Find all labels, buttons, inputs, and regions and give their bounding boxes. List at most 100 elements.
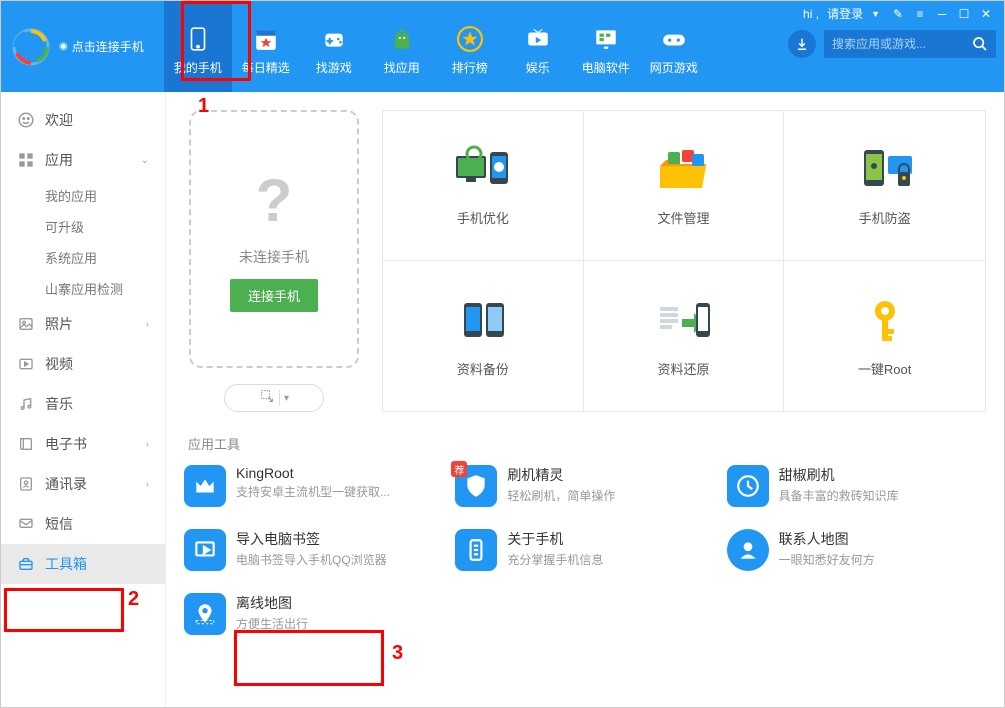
card-file-manager[interactable]: 文件管理 — [584, 111, 785, 261]
tool-import-bookmarks[interactable]: 导入电脑书签电脑书签导入手机QQ浏览器 — [184, 529, 443, 571]
screenshot-icon — [259, 388, 275, 409]
minimize-button[interactable]: ─ — [932, 6, 952, 22]
topnav-entertainment[interactable]: 娱乐 — [504, 1, 572, 92]
tools-grid: KingRoot支持安卓主流机型一键获取... 荐 刷机精灵轻松刷机，简单操作 … — [184, 465, 986, 635]
tool-offline-map[interactable]: 离线地图方便生活出行 — [184, 593, 443, 635]
phoneinfo-icon — [455, 529, 497, 571]
connect-phone-button[interactable]: 连接手机 — [230, 279, 318, 312]
contactmap-icon — [727, 529, 769, 571]
sidebar-item-video[interactable]: 视频 — [1, 344, 165, 384]
image-icon — [17, 315, 35, 333]
sidebar-item-apps[interactable]: 应用 ⌄ — [1, 140, 165, 180]
recommend-badge: 荐 — [451, 461, 467, 477]
antitheft-icon — [850, 144, 920, 198]
desktop-icon — [592, 25, 620, 53]
chevron-right-icon: › — [146, 439, 149, 450]
login-row: hi , 请登录 ▼ ✎ ≡ ─ ☐ ✕ — [803, 5, 996, 22]
smile-icon — [17, 111, 35, 129]
download-button[interactable] — [788, 30, 816, 58]
maximize-button[interactable]: ☐ — [954, 6, 974, 22]
sidebar-item-welcome[interactable]: 欢迎 — [1, 100, 165, 140]
bookmark-icon — [184, 529, 226, 571]
toolbox-icon — [17, 555, 35, 573]
root-icon — [850, 295, 920, 349]
pepper-icon — [727, 465, 769, 507]
tool-flash-genius[interactable]: 荐 刷机精灵轻松刷机，简单操作 — [455, 465, 714, 507]
phone-icon — [184, 25, 212, 53]
connect-phone-hint[interactable]: ◉ 点击连接手机 — [59, 38, 144, 55]
app-logo — [11, 27, 51, 67]
topnav-games[interactable]: 找游戏 — [300, 1, 368, 92]
book-icon — [17, 435, 35, 453]
backup-icon — [448, 295, 518, 349]
sidebar-item-toolbox[interactable]: 工具箱 — [1, 544, 165, 584]
play-icon — [17, 355, 35, 373]
sidebar-sub-fakedetect[interactable]: 山寨应用检测 — [1, 273, 165, 304]
chevron-right-icon: › — [146, 319, 149, 330]
sidebar-sub-systemapps[interactable]: 系统应用 — [1, 242, 165, 273]
header-right: hi , 请登录 ▼ ✎ ≡ ─ ☐ ✕ — [788, 5, 996, 58]
sidebar-item-contacts[interactable]: 通讯录 › — [1, 464, 165, 504]
contacts-icon — [17, 475, 35, 493]
sms-icon — [17, 515, 35, 533]
phone-placeholder: ? 未连接手机 连接手机 — [189, 110, 359, 368]
feedback-button[interactable]: ✎ — [888, 6, 908, 22]
topnav-rankings[interactable]: 排行榜 — [436, 1, 504, 92]
top-row: ? 未连接手机 连接手机 ▾ 手机优化 文件管理 — [184, 110, 986, 412]
connect-dot-icon: ◉ — [59, 41, 68, 52]
topnav-daily[interactable]: 每日精选 — [232, 1, 300, 92]
joystick-icon — [660, 25, 688, 53]
tool-tianjiao[interactable]: 甜椒刷机具备丰富的救砖知识库 — [727, 465, 986, 507]
card-backup[interactable]: 资料备份 — [383, 261, 584, 411]
no-connection-label: 未连接手机 — [239, 247, 309, 267]
optimize-icon — [448, 144, 518, 198]
phone-panel: ? 未连接手机 连接手机 ▾ — [184, 110, 364, 412]
menu-button[interactable]: ≡ — [910, 6, 930, 22]
sidebar-item-music[interactable]: 音乐 — [1, 384, 165, 424]
sidebar-item-sms[interactable]: 短信 — [1, 504, 165, 544]
card-phone-optimize[interactable]: 手机优化 — [383, 111, 584, 261]
search-box — [824, 30, 996, 58]
tool-kingroot[interactable]: KingRoot支持安卓主流机型一键获取... — [184, 465, 443, 507]
close-button[interactable]: ✕ — [976, 6, 996, 22]
bag-icon — [388, 25, 416, 53]
card-root[interactable]: 一键Root — [784, 261, 985, 411]
star-icon — [456, 25, 484, 53]
sidebar-sub-upgradable[interactable]: 可升级 — [1, 211, 165, 242]
top-nav: 我的手机 每日精选 找游戏 找应用 排行榜 娱乐 电脑软件 网页游戏 — [164, 1, 708, 92]
feature-cards: 手机优化 文件管理 手机防盗 资料备份 资料还原 — [382, 110, 986, 412]
topnav-my-phone[interactable]: 我的手机 — [164, 1, 232, 92]
search-input[interactable] — [824, 31, 964, 57]
topnav-pc-software[interactable]: 电脑软件 — [572, 1, 640, 92]
tools-title: 应用工具 — [188, 434, 986, 453]
tools-section: 应用工具 KingRoot支持安卓主流机型一键获取... 荐 刷机精灵轻松刷机，… — [184, 430, 986, 635]
sidebar-item-ebook[interactable]: 电子书 › — [1, 424, 165, 464]
login-prefix: hi , — [803, 7, 819, 21]
restore-icon — [648, 295, 718, 349]
card-restore[interactable]: 资料还原 — [584, 261, 785, 411]
header-left: ◉ 点击连接手机 — [1, 1, 154, 92]
tool-contact-map[interactable]: 联系人地图一眼知悉好友何方 — [727, 529, 986, 571]
sidebar-sub-myapps[interactable]: 我的应用 — [1, 180, 165, 211]
music-icon — [17, 395, 35, 413]
offlinemap-icon — [184, 593, 226, 635]
search-button[interactable] — [964, 30, 996, 58]
sidebar-item-photos[interactable]: 照片 › — [1, 304, 165, 344]
calendar-icon — [252, 25, 280, 53]
connect-hint-label: 点击连接手机 — [72, 38, 144, 55]
search-row — [788, 30, 996, 58]
topnav-apps[interactable]: 找应用 — [368, 1, 436, 92]
main: ? 未连接手机 连接手机 ▾ 手机优化 文件管理 — [166, 92, 1004, 707]
crown-icon — [184, 465, 226, 507]
tool-about-phone[interactable]: 关于手机充分掌握手机信息 — [455, 529, 714, 571]
question-icon: ? — [256, 166, 293, 235]
screenshot-dropdown[interactable]: ▾ — [224, 384, 324, 412]
sidebar: 欢迎 应用 ⌄ 我的应用 可升级 系统应用 山寨应用检测 照片 › 视频 音乐 … — [1, 92, 166, 707]
files-icon — [648, 144, 718, 198]
topnav-web-games[interactable]: 网页游戏 — [640, 1, 708, 92]
card-phone-antitheft[interactable]: 手机防盗 — [784, 111, 985, 261]
login-link[interactable]: 请登录 — [827, 5, 863, 22]
dropdown-icon[interactable]: ▼ — [871, 9, 880, 19]
chevron-down-icon: ⌄ — [141, 155, 149, 166]
tv-icon — [524, 25, 552, 53]
